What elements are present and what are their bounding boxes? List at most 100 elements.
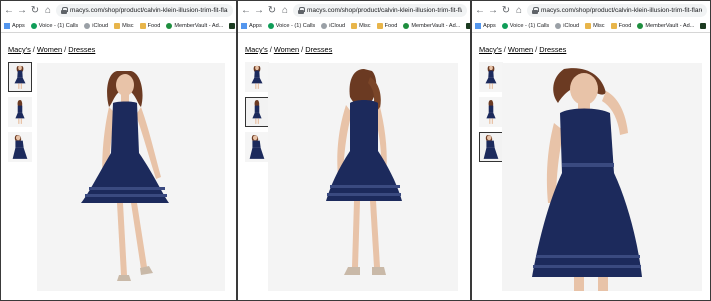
- folder-icon: [376, 23, 383, 29]
- thumbnail-back[interactable]: [479, 97, 503, 127]
- thumbnail-front[interactable]: [479, 62, 503, 92]
- bookmark-label: Apps: [249, 23, 262, 29]
- bookmark-apps[interactable]: Apps: [4, 23, 25, 29]
- bookmark-food[interactable]: Food: [610, 23, 631, 29]
- thumbnail-front[interactable]: [245, 62, 269, 92]
- product-main-image[interactable]: [37, 63, 225, 291]
- dress-thumbnail-image: [12, 135, 28, 159]
- address-bar[interactable]: macys.com/shop/product/calvin-klein-illu…: [56, 4, 233, 17]
- reload-icon[interactable]: ↻: [267, 4, 277, 18]
- breadcrumb-link-macys[interactable]: Macy's: [479, 45, 502, 54]
- breadcrumb-link-women[interactable]: Women: [37, 45, 62, 54]
- bookmark-voice[interactable]: Voice - (1) Calls: [267, 23, 316, 29]
- apple-icon: [321, 23, 328, 29]
- bookmarks-bar: Apps Voice - (1) Calls iCloud Misc Food …: [238, 20, 470, 33]
- bookmark-food[interactable]: Food: [376, 23, 398, 29]
- bookmark-label: Voice - (1) Calls: [275, 23, 316, 29]
- home-icon[interactable]: ⌂: [514, 4, 524, 18]
- screenshot-grid: ← → ↻ ⌂ macys.com/shop/product/calvin-kl…: [0, 0, 711, 301]
- extension-button[interactable]: [229, 23, 236, 29]
- bookmark-label: MemberVault - Ad...: [174, 23, 224, 29]
- thumbnail-detail[interactable]: [8, 132, 32, 162]
- lock-icon: [298, 7, 305, 14]
- lock-icon: [61, 7, 68, 14]
- breadcrumb-separator: /: [269, 45, 272, 54]
- bookmark-food[interactable]: Food: [139, 23, 160, 29]
- extension-button[interactable]: [466, 23, 470, 29]
- arrow-left-icon[interactable]: ←: [4, 4, 14, 18]
- breadcrumb-link-dresses[interactable]: Dresses: [305, 45, 332, 54]
- thumbnail-detail[interactable]: [245, 132, 269, 162]
- reload-icon[interactable]: ↻: [30, 4, 40, 18]
- breadcrumb-link-dresses[interactable]: Dresses: [68, 45, 95, 54]
- bookmark-membervault[interactable]: MemberVault - Ad...: [637, 23, 694, 29]
- bookmark-apps[interactable]: Apps: [241, 23, 262, 29]
- arrow-left-icon[interactable]: ←: [475, 4, 485, 18]
- address-bar[interactable]: macys.com/shop/product/calvin-klein-illu…: [527, 4, 707, 17]
- home-icon[interactable]: ⌂: [280, 4, 290, 18]
- home-icon[interactable]: ⌂: [43, 4, 53, 18]
- bookmark-label: Misc: [359, 23, 371, 29]
- membervault-icon: [166, 23, 173, 29]
- extension-icon: [700, 23, 707, 29]
- breadcrumb-link-macys[interactable]: Macy's: [8, 45, 31, 54]
- reload-icon[interactable]: ↻: [501, 4, 511, 18]
- phone-icon: [501, 23, 508, 29]
- bookmark-voice[interactable]: Voice - (1) Calls: [30, 23, 79, 29]
- breadcrumb-separator: /: [64, 45, 67, 54]
- bookmark-label: MemberVault - Ad...: [645, 23, 695, 29]
- arrow-right-icon[interactable]: →: [488, 4, 498, 18]
- model-closeup-photo: [532, 68, 642, 291]
- thumbnail-back[interactable]: [245, 97, 269, 127]
- url-text: macys.com/shop/product/calvin-klein-illu…: [70, 7, 228, 14]
- bookmark-icloud[interactable]: iCloud: [84, 23, 108, 29]
- extension-icon: [229, 23, 236, 29]
- folder-icon: [610, 23, 617, 29]
- product-main-image[interactable]: [268, 63, 458, 291]
- breadcrumb: Macy's / Women / Dresses: [245, 45, 332, 54]
- folder-icon: [585, 23, 592, 29]
- thumbnail-front[interactable]: [8, 62, 32, 92]
- bookmark-label: Misc: [593, 23, 605, 29]
- bookmark-icloud[interactable]: iCloud: [321, 23, 345, 29]
- thumbnail-detail[interactable]: [479, 132, 503, 162]
- model-front-photo: [81, 71, 169, 281]
- bookmark-label: Misc: [122, 23, 134, 29]
- extension-button[interactable]: [700, 23, 707, 29]
- url-text: macys.com/shop/product/calvin-klein-illu…: [541, 7, 702, 14]
- browser-window-3: ← → ↻ ⌂ macys.com/shop/product/calvin-kl…: [471, 0, 711, 301]
- breadcrumb-link-dresses[interactable]: Dresses: [539, 45, 566, 54]
- product-main-image[interactable]: [502, 63, 702, 291]
- bookmark-misc[interactable]: Misc: [351, 23, 371, 29]
- breadcrumb-link-women[interactable]: Women: [274, 45, 299, 54]
- thumbnail-back[interactable]: [8, 97, 32, 127]
- arrow-right-icon[interactable]: →: [254, 4, 264, 18]
- arrow-right-icon[interactable]: →: [17, 4, 27, 18]
- url-text: macys.com/shop/product/calvin-klein-illu…: [307, 7, 462, 14]
- breadcrumb-link-women[interactable]: Women: [508, 45, 533, 54]
- bookmark-label: iCloud: [329, 23, 346, 29]
- bookmark-membervault[interactable]: MemberVault - Ad...: [166, 23, 223, 29]
- apps-grid-icon: [4, 23, 10, 29]
- dress-thumbnail-image: [249, 135, 265, 159]
- bookmark-label: Food: [384, 23, 398, 29]
- bookmark-voice[interactable]: Voice - (1) Calls: [501, 23, 549, 29]
- product-thumbnails: [8, 62, 34, 167]
- bookmark-apps[interactable]: Apps: [475, 23, 496, 29]
- phone-icon: [30, 23, 37, 29]
- bookmark-membervault[interactable]: MemberVault - Ad...: [403, 23, 460, 29]
- arrow-left-icon[interactable]: ←: [241, 4, 251, 18]
- breadcrumb: Macy's / Women / Dresses: [8, 45, 95, 54]
- breadcrumb-link-macys[interactable]: Macy's: [245, 45, 268, 54]
- bookmarks-bar: Apps Voice - (1) Calls iCloud Misc Food …: [1, 20, 236, 33]
- bookmark-label: Apps: [12, 23, 25, 29]
- bookmark-label: Voice - (1) Calls: [38, 23, 79, 29]
- breadcrumb-separator: /: [301, 45, 304, 54]
- apple-icon: [555, 23, 562, 29]
- apps-grid-icon: [241, 23, 247, 29]
- bookmark-misc[interactable]: Misc: [585, 23, 605, 29]
- bookmark-misc[interactable]: Misc: [114, 23, 134, 29]
- bookmark-icloud[interactable]: iCloud: [555, 23, 579, 29]
- browser-window-1: ← → ↻ ⌂ macys.com/shop/product/calvin-kl…: [0, 0, 237, 301]
- address-bar[interactable]: macys.com/shop/product/calvin-klein-illu…: [293, 4, 467, 17]
